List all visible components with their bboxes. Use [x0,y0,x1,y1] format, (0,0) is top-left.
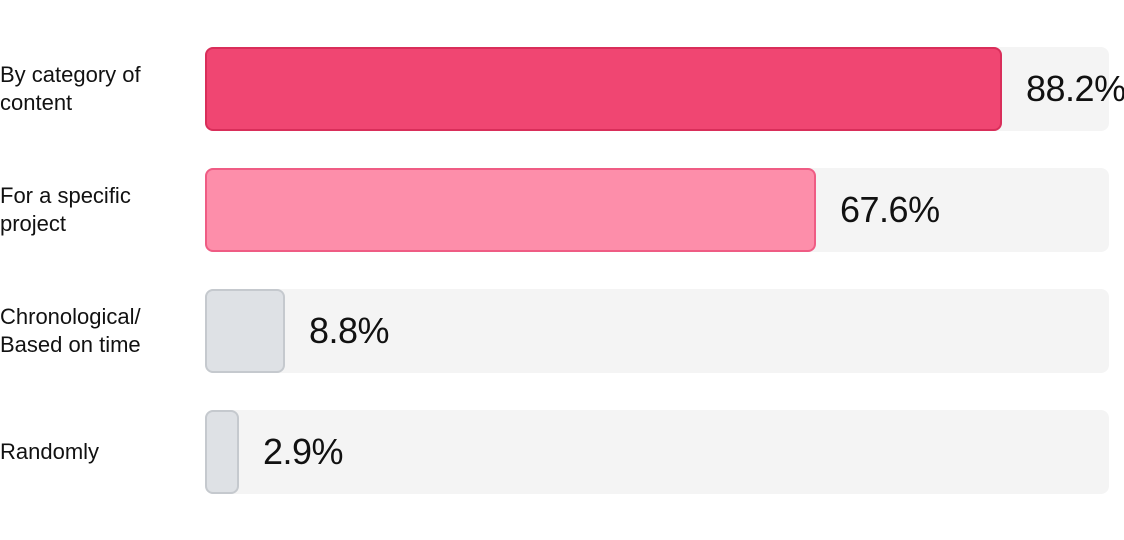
bar [205,289,285,373]
bar-track: 88.2% [205,47,1124,131]
bar-row: Randomly 2.9% [0,410,1124,494]
bar-chart: By category of content 88.2% For a specifi… [0,0,1124,540]
bar-row: For a specific project 67.6% [0,168,1124,252]
value-label: 2.9% [263,431,344,472]
bar-row: By category of content 88.2% [0,47,1124,131]
value-label: 88.2% [1026,68,1124,109]
bar [205,47,1002,131]
bar-track: 2.9% [205,410,1109,494]
bar [205,410,239,494]
category-label: By category of content [0,62,141,115]
value-label: 8.8% [309,310,390,351]
bar-row: Chronological/ Based on time 8.8% [0,289,1124,373]
bar [205,168,816,252]
bar-track: 8.8% [205,289,1109,373]
category-label: For a specific project [0,183,131,236]
category-label: Randomly [0,439,100,464]
bar-track: 67.6% [205,168,1109,252]
category-label: Chronological/ Based on time [0,304,141,357]
value-label: 67.6% [840,189,940,230]
